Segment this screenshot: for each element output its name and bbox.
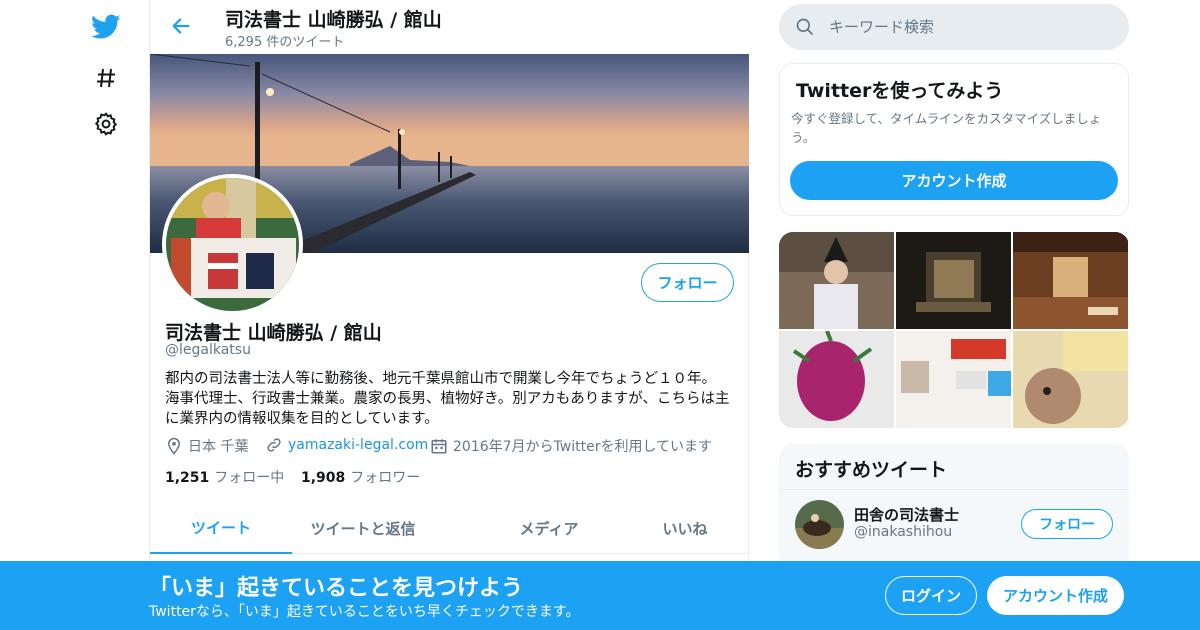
search-input[interactable] [829,14,1109,40]
followers-stat[interactable]: 1,908 フォロワー [301,467,420,487]
recommended-follow-button[interactable]: フォロー [1021,509,1113,539]
joined-item: 2016年7月からTwitterを利用しています [430,436,712,456]
profile-tabs: ツイート ツイートと返信 メディア いいね [150,502,749,554]
page: 司法書士 山崎勝弘 / 館山 6,295 件のツイート フォロー 司法書士 山崎… [0,0,1200,630]
left-nav [80,0,140,630]
signup-banner-title: 「いま」起きていることを見つけよう [149,576,524,601]
search-box [779,4,1129,50]
signup-banner-subtitle: Twitterなら、「いま」起きていることをいち早くチェックできます。 [149,604,580,620]
signup-card-title: Twitterを使ってみよう [796,80,1004,102]
media-thumb[interactable] [1013,232,1128,329]
followers-label: フォロワー [350,470,421,486]
tab-likes[interactable]: いいね [614,502,756,554]
following-label: フォロー中 [214,470,285,486]
divider [779,489,1129,490]
link-icon [267,438,281,452]
profile-meta: 日本 千葉 yamazaki-legal.com 2016年7月からTwitte… [165,436,735,458]
tab-tweets[interactable]: ツイート [150,502,292,554]
media-thumb[interactable] [779,331,894,428]
website-link[interactable]: yamazaki-legal.com [288,437,428,453]
profile-handle: @legalkatsu [165,342,251,358]
following-count: 1,251 [165,470,210,486]
search-icon [795,17,815,37]
signup-button[interactable]: アカウント作成 [987,576,1124,615]
media-thumb[interactable] [779,232,894,329]
recommended-user-handle: @inakashihou [854,524,953,540]
signup-banner: 「いま」起きていることを見つけよう Twitterなら、「いま」起きていることを… [0,561,1200,630]
profile-column: 司法書士 山崎勝弘 / 館山 6,295 件のツイート フォロー 司法書士 山崎… [149,0,749,630]
profile-header: 司法書士 山崎勝弘 / 館山 6,295 件のツイート [150,0,749,54]
calendar-icon [431,439,447,454]
recommended-user-name[interactable]: 田舎の司法書士 [854,504,959,525]
signup-card: Twitterを使ってみよう 今すぐ登録して、タイムラインをカスタマイズしましょ… [779,63,1129,216]
tab-media[interactable]: メディア [478,502,620,554]
signup-card-description: 今すぐ登録して、タイムラインをカスタマイズしましょう。 [791,111,1102,145]
profile-bio: 都内の司法書士法人等に勤務後、地元千葉県館山市で開業し今年でちょうど１０年。海事… [165,371,730,427]
recommended-user-avatar[interactable] [795,500,844,549]
media-thumb[interactable] [1013,331,1128,428]
media-grid [779,232,1129,428]
follow-button[interactable]: フォロー [641,263,734,302]
following-stat[interactable]: 1,251 フォロー中 [165,467,284,487]
media-thumb[interactable] [896,232,1011,329]
location-item: 日本 千葉 [165,436,248,456]
back-arrow-icon[interactable] [168,13,194,39]
login-button[interactable]: ログイン [885,576,977,615]
create-account-button[interactable]: アカウント作成 [790,161,1118,200]
twitter-bird-icon[interactable] [90,11,122,43]
location-pin-icon [167,437,181,455]
recommended-title: おすすめツイート [795,459,948,481]
profile-name: 司法書士 山崎勝弘 / 館山 [165,322,382,344]
header-title: 司法書士 山崎勝弘 / 館山 [225,9,442,31]
profile-avatar[interactable] [162,174,303,315]
gear-icon[interactable] [90,108,122,140]
joined-text: 2016年7月からTwitterを利用しています [453,439,713,455]
followers-count: 1,908 [301,470,346,486]
location-text: 日本 千葉 [188,439,249,455]
tab-tweets-and-replies[interactable]: ツイートと返信 [292,502,434,554]
tweet-count: 6,295 件のツイート [225,35,345,50]
website-item: yamazaki-legal.com [265,436,428,454]
hashtag-icon[interactable] [90,62,122,94]
media-thumb[interactable] [896,331,1011,428]
